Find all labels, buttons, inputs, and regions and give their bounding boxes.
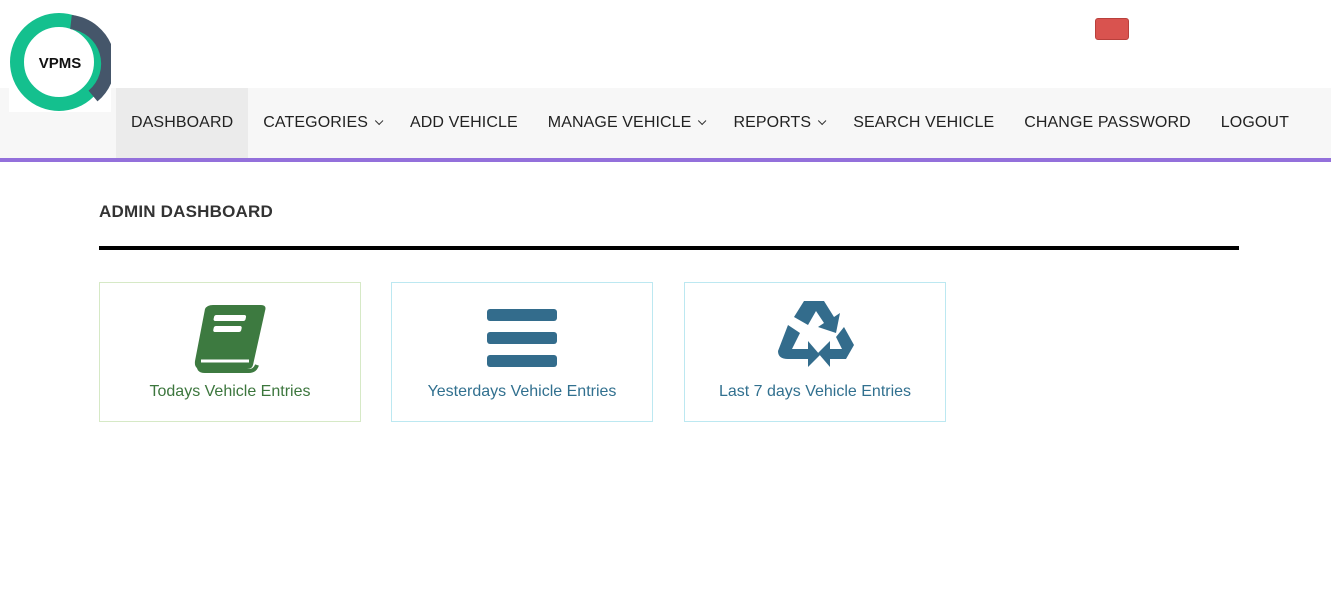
page-title: ADMIN DASHBOARD <box>99 202 273 221</box>
title-divider <box>99 246 1239 250</box>
yesterdays-entries-card[interactable]: Yesterdays Vehicle Entries <box>391 282 653 422</box>
chevron-down-icon <box>374 116 384 126</box>
nav-item-label: LOGOUT <box>1220 114 1289 131</box>
nav-item-search-vehicle[interactable]: SEARCH VEHICLE <box>838 88 1009 158</box>
alert-button[interactable] <box>1095 18 1129 40</box>
todays-entries-card[interactable]: Todays Vehicle Entries <box>99 282 361 422</box>
nav-item-categories[interactable]: CATEGORIES <box>248 88 395 158</box>
nav-item-label: MANAGE VEHICLE <box>547 114 692 131</box>
nav-item-manage-vehicle[interactable]: MANAGE VEHICLE <box>533 88 719 158</box>
nav-item-dashboard[interactable]: DASHBOARD <box>116 88 249 158</box>
nav-item-label: SEARCH VEHICLE <box>853 114 995 131</box>
card-label: Last 7 days Vehicle Entries <box>718 383 912 400</box>
nav-item-label: ADD VEHICLE <box>409 114 518 131</box>
nav-item-reports[interactable]: REPORTS <box>718 88 838 158</box>
nav-menu: DASHBOARD CATEGORIES ADD VEHICLE MANAGE … <box>116 88 1304 158</box>
recycle-icon <box>778 301 854 367</box>
nav-item-label: DASHBOARD <box>131 114 234 131</box>
vpms-logo[interactable]: VPMS <box>9 12 116 112</box>
nav-item-label: CATEGORIES <box>263 114 368 131</box>
logo-text: VPMS <box>38 54 82 72</box>
nav-item-change-password[interactable]: CHANGE PASSWORD <box>1009 88 1206 158</box>
nav-item-label: CHANGE PASSWORD <box>1024 114 1191 131</box>
main-navbar: DASHBOARD CATEGORIES ADD VEHICLE MANAGE … <box>0 88 1331 162</box>
nav-item-logout[interactable]: LOGOUT <box>1206 88 1304 158</box>
card-label: Yesterdays Vehicle Entries <box>427 383 617 400</box>
nav-item-label: REPORTS <box>733 114 812 131</box>
last-7-days-entries-card[interactable]: Last 7 days Vehicle Entries <box>684 282 946 422</box>
bars-icon <box>487 309 557 367</box>
book-icon <box>194 305 266 373</box>
nav-item-add-vehicle[interactable]: ADD VEHICLE <box>395 88 533 158</box>
card-label: Todays Vehicle Entries <box>149 383 311 400</box>
chevron-down-icon <box>818 116 827 126</box>
chevron-down-icon <box>698 116 707 126</box>
